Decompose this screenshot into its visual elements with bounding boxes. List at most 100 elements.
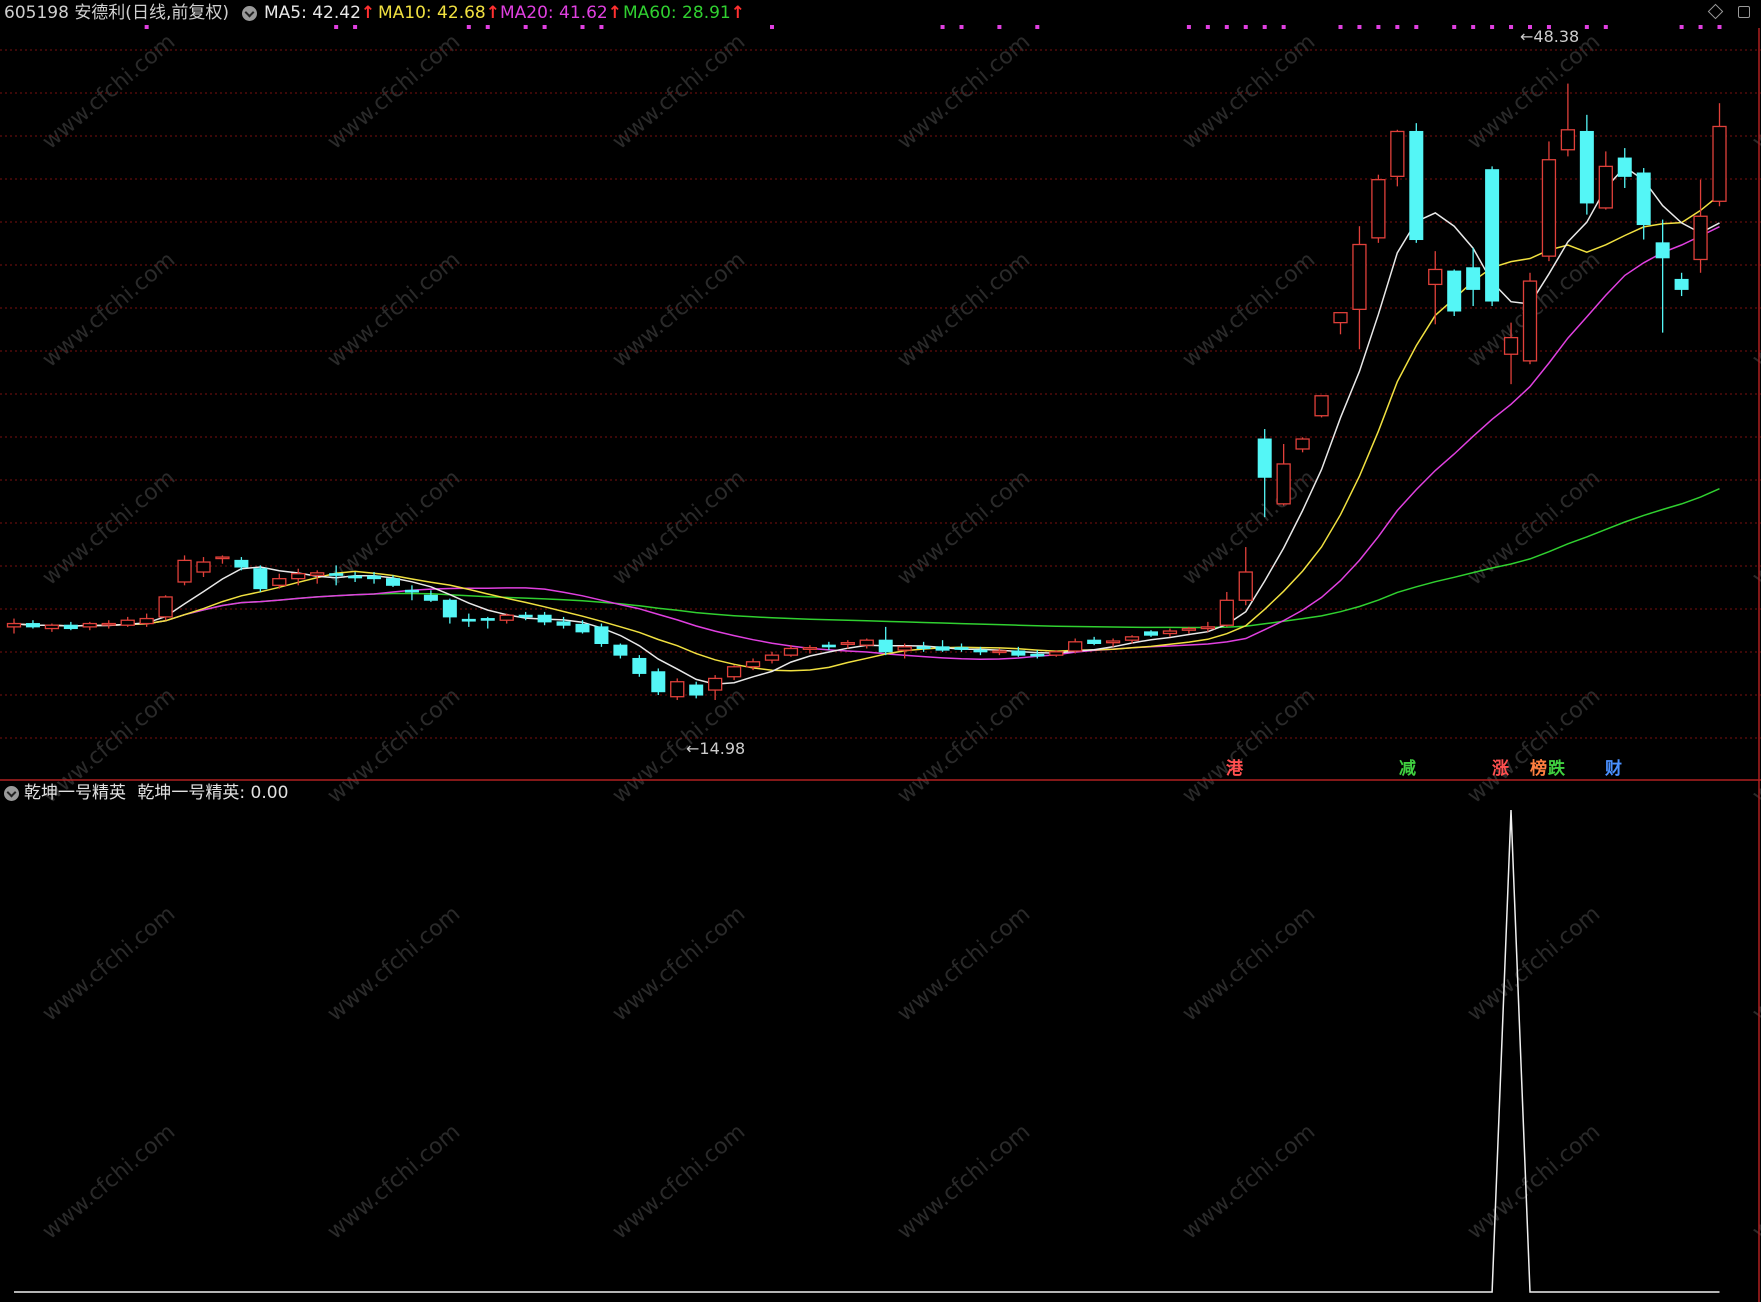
signal-dot (1395, 25, 1400, 29)
watermark-text: www.cfchi.com (608, 465, 750, 590)
watermark-text: www.cfchi.com (1463, 1119, 1605, 1244)
candle-body (802, 647, 818, 650)
candle (1087, 636, 1102, 646)
candle-body (689, 684, 704, 696)
candle-body (1238, 571, 1253, 601)
candle (1428, 251, 1443, 325)
candle-body (348, 575, 363, 579)
badge-fall[interactable]: 跌 (1548, 759, 1565, 779)
candle-body (215, 556, 230, 560)
badge-hk[interactable]: 港 (1226, 759, 1243, 779)
watermark-text: www.cfchi.com (323, 1119, 465, 1244)
ma60-label: MA60: 28.91 (623, 3, 731, 23)
watermark-text: www.cfchi.com (893, 29, 1035, 154)
candle-body (404, 589, 419, 593)
signal-dot (1490, 25, 1495, 29)
maximize-icon[interactable] (1738, 6, 1750, 18)
badge-finance[interactable]: 财 (1605, 759, 1622, 779)
candle (1447, 269, 1462, 316)
signal-dot (1262, 25, 1267, 29)
candle-body (386, 578, 400, 586)
candle-body (992, 650, 1007, 654)
candle (556, 616, 571, 629)
candle (1162, 628, 1178, 637)
signal-dot (542, 25, 547, 29)
candle-body (25, 623, 40, 628)
signal-dot (1698, 25, 1703, 29)
candle (82, 621, 97, 631)
ma5-label: MA5: 42.42 (264, 3, 361, 23)
signal-dot (485, 25, 490, 29)
candle-body (1200, 626, 1215, 630)
candle-body (1655, 242, 1670, 259)
watermark-text: www.cfchi.com (1178, 901, 1320, 1026)
candle (1522, 272, 1538, 365)
candle (44, 623, 60, 632)
watermark-text: www.cfchi.com (323, 29, 465, 154)
candle (25, 620, 40, 629)
badge-reduce[interactable]: 减 (1399, 759, 1416, 779)
candle (613, 643, 628, 659)
stock-code: 605198 (4, 3, 69, 23)
candle-body (1068, 641, 1083, 652)
candle-body (1522, 280, 1538, 362)
candle-body (518, 614, 533, 618)
candle (120, 616, 135, 627)
indicator-chevron-icon[interactable] (4, 786, 19, 801)
candle-body (1314, 395, 1329, 417)
watermark-text: www.cfchi.com (1178, 247, 1320, 372)
ma5-line (13, 166, 1720, 685)
watermark-text: www.cfchi.com (893, 465, 1035, 590)
candle-body (480, 618, 495, 621)
watermark-text: www.cfchi.com (608, 1119, 750, 1244)
ma5-path (13, 166, 1720, 685)
signal-dot (1603, 25, 1608, 29)
signal-dot (1509, 25, 1514, 29)
watermark-text: www.cfchi.com (1178, 29, 1320, 154)
candle-body (1276, 463, 1291, 505)
candle (1144, 630, 1158, 637)
candle (1598, 151, 1613, 210)
ma60-up-arrow-icon: ↑ (730, 3, 745, 23)
candle-body (783, 647, 799, 656)
signal-dot (1679, 25, 1684, 29)
signal-dot (334, 25, 339, 29)
signal-dot (1584, 25, 1589, 29)
badge-limit-up[interactable]: 涨 (1492, 759, 1509, 779)
candle-body (6, 622, 22, 628)
watermark-text: www.cfchi.com (1463, 901, 1605, 1026)
candle-body (272, 578, 287, 586)
indicator-line (14, 809, 1720, 1293)
candle-body (461, 618, 476, 622)
candle-body (821, 644, 836, 648)
candlestick-chart[interactable]: www.cfchi.com www.cfchi.com www.cfchi.com w… (0, 0, 1761, 1302)
candle (423, 590, 438, 602)
indicator-plot (14, 809, 1720, 1293)
watermark-text: www.cfchi.com (38, 465, 180, 590)
candle (1712, 103, 1727, 207)
candle-body (1598, 165, 1613, 209)
low-price-label: 14.98 (699, 739, 746, 758)
stock-name[interactable]: 安德利(日线,前复权) (74, 3, 229, 23)
candle-body (708, 677, 723, 691)
candle-body (1257, 438, 1272, 478)
candle-body (1674, 278, 1689, 290)
watermark-text: www.cfchi.com (1463, 465, 1605, 590)
chevron-down-icon[interactable] (242, 6, 257, 21)
signal-dot (940, 25, 945, 29)
candle (196, 557, 211, 578)
candle-body (1333, 312, 1348, 324)
signal-dot (353, 25, 358, 29)
candle-body (973, 649, 988, 653)
signal-dot (1717, 25, 1722, 29)
candle-body (878, 639, 893, 653)
stock-chart-window[interactable]: www.cfchi.com www.cfchi.com www.cfchi.com w… (0, 0, 1761, 1302)
candle-body (82, 622, 97, 628)
candle (689, 681, 704, 699)
indicator-name[interactable]: 乾坤一号精英 (24, 783, 126, 803)
watermark-text: www.cfchi.com (1463, 683, 1605, 808)
badge-list[interactable]: 榜 (1530, 759, 1547, 779)
candle (859, 638, 874, 649)
ma60-line (13, 488, 1720, 629)
watermark-text: www.cfchi.com (608, 29, 750, 154)
